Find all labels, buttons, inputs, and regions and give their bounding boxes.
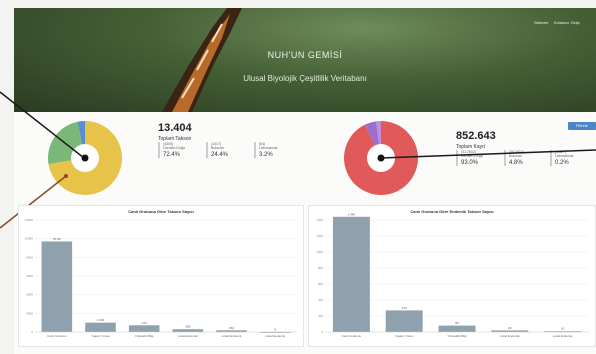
annotation-dot: [379, 156, 383, 160]
x-tick-label: Yükseklik Bilgi: [135, 334, 155, 338]
y-tick-label: 0: [31, 330, 33, 334]
y-tick-label: 200: [318, 314, 323, 318]
x-tick-label: Canlı Grubunu: [47, 334, 67, 338]
y-tick-label: 0: [321, 330, 323, 334]
y-tick-label: 600: [318, 282, 323, 286]
annotation-line: [0, 91, 85, 159]
annotation-dot: [64, 174, 68, 178]
x-tick-label: Canlı Grubunu: [342, 334, 362, 338]
x-tick-label: Lokal Endemik: [553, 334, 573, 338]
takson-bar-card: Canlı Grubuna Göre Takson Sayısı 0 2000 40…: [18, 205, 304, 347]
x-tick-label: Lokal Endemik: [265, 334, 285, 338]
y-tick-label: 10000: [25, 237, 34, 241]
x-tick-label: Lokal Endemik: [222, 334, 242, 338]
annotation-line: [380, 149, 596, 159]
y-tick-label: 400: [318, 298, 323, 302]
bar[interactable]: [332, 216, 370, 332]
x-tick-label: Lokal Endemik: [500, 334, 520, 338]
bar-value-label: 180: [229, 326, 234, 330]
bar-value-label: 300: [185, 325, 190, 329]
endemik-bar-card: Canlı Grubuna Göre Endemik Takson Sayısı…: [308, 205, 596, 347]
bar-value-label: 720: [142, 321, 147, 325]
bar-value-label: 5: [274, 327, 276, 331]
x-tick-label: Yaşam Yöresi: [395, 334, 414, 338]
chart-title: Canlı Grubuna Göre Endemik Takson Sayısı: [410, 209, 494, 214]
x-tick-label: Lokal Endemik: [178, 334, 198, 338]
bar[interactable]: [438, 325, 476, 332]
bar-value-label: 80: [455, 321, 459, 325]
y-tick-label: 1200: [316, 234, 323, 238]
bar[interactable]: [172, 329, 204, 332]
bar[interactable]: [385, 310, 423, 332]
y-tick-label: 4000: [26, 293, 33, 297]
annotation-dot: [82, 156, 86, 160]
y-tick-label: 1000: [316, 250, 323, 254]
bar-value-label: 270: [402, 306, 407, 310]
bar-value-label: 97.00: [53, 237, 61, 241]
y-tick-label: 2000: [26, 311, 33, 315]
y-tick-label: 6000: [26, 274, 33, 278]
endemik-bar-chart: 02004006008001000120014001.440Canlı Grub…: [316, 212, 589, 338]
bar[interactable]: [128, 325, 160, 332]
y-tick-label: 1400: [316, 218, 323, 222]
y-tick-label: 800: [318, 266, 323, 270]
bar[interactable]: [85, 322, 116, 332]
bar-value-label: 10: [561, 327, 565, 331]
x-tick-label: Yükseklik Bilgi: [447, 334, 467, 338]
takson-bar-chart: 0 2000 4000 6000 8000 10000 12000 97.00 Canlı Gr…: [25, 218, 297, 338]
x-tick-label: Yaşam Yöresi: [91, 334, 110, 338]
bar[interactable]: [41, 241, 73, 332]
bar-value-label: 20: [508, 326, 512, 330]
y-tick-label: 12000: [25, 218, 34, 222]
chart-title: Canlı Grubuna Göre Takson Sayısı: [128, 209, 194, 214]
y-tick-label: 8000: [26, 255, 33, 259]
bar-value-label: 1.000: [97, 318, 105, 322]
